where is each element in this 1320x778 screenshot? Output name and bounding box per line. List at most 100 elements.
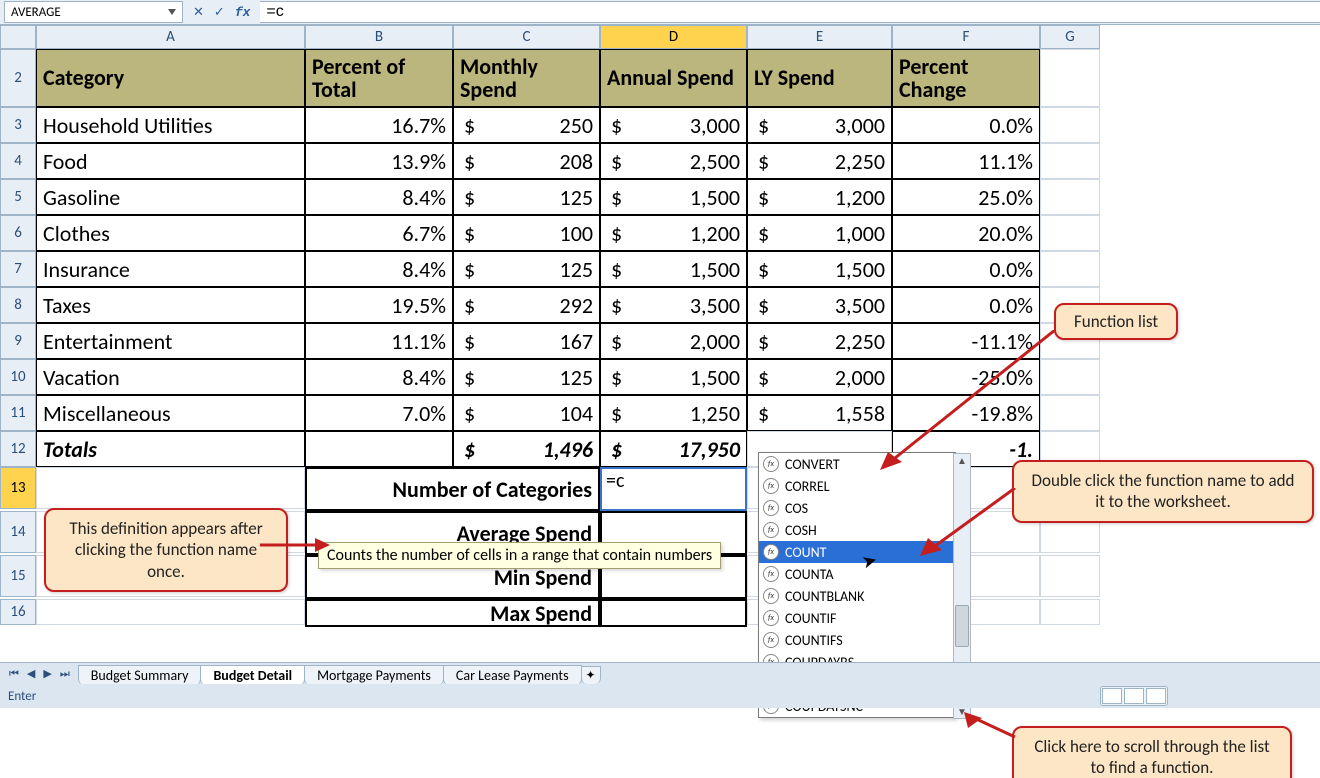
callout-double-click: Double click the function name to add it…: [1012, 460, 1314, 523]
cell-annual: $2,000: [600, 323, 747, 359]
autocomplete-item[interactable]: fxCONVERT: [759, 453, 955, 475]
cell-G16[interactable]: [1040, 599, 1100, 625]
cell-category: Vacation: [36, 359, 305, 395]
cell-G[interactable]: [1040, 143, 1100, 179]
cell-monthly: $104: [453, 395, 600, 431]
col-header-C[interactable]: C: [453, 25, 600, 49]
cell-A16[interactable]: [36, 599, 305, 625]
function-icon: fx: [763, 500, 779, 516]
cell-A13[interactable]: [36, 467, 305, 509]
autocomplete-item[interactable]: fx COUNTBLANK: [759, 585, 955, 607]
row-header-12[interactable]: 12: [0, 431, 36, 467]
function-icon: fx: [763, 566, 779, 582]
cell-G[interactable]: [1040, 395, 1100, 431]
autocomplete-item[interactable]: fxCOUNTIF: [759, 607, 955, 629]
scroll-thumb[interactable]: [955, 605, 969, 647]
cell-G[interactable]: [1040, 179, 1100, 215]
view-layout-icon[interactable]: [1124, 688, 1144, 704]
view-normal-icon[interactable]: [1102, 688, 1122, 704]
autocomplete-item[interactable]: fxCORREL: [759, 475, 955, 497]
row-header-11[interactable]: 11: [0, 395, 36, 431]
cell-monthly: $125: [453, 179, 600, 215]
header-C: Monthly Spend: [453, 49, 600, 107]
header-F: Percent Change: [892, 49, 1040, 107]
row-header-9[interactable]: 9: [0, 323, 36, 359]
cell-pct: 16.7%: [305, 107, 453, 143]
cell-monthly: $167: [453, 323, 600, 359]
sheet-tab[interactable]: Budget Summary: [78, 665, 202, 685]
new-sheet-tab[interactable]: ✦: [581, 666, 601, 684]
tab-first-icon[interactable]: ⏮: [6, 667, 22, 681]
col-header-G[interactable]: G: [1040, 25, 1100, 49]
autocomplete-item[interactable]: fxCOUNT: [759, 541, 955, 563]
view-break-icon[interactable]: [1146, 688, 1166, 704]
cell-G[interactable]: [1040, 251, 1100, 287]
tab-prev-icon[interactable]: ◀: [24, 667, 38, 681]
cancel-icon[interactable]: ✕: [193, 5, 204, 20]
col-header-A[interactable]: A: [36, 25, 305, 49]
row-header-13[interactable]: 13: [0, 467, 36, 509]
row-header-7[interactable]: 7: [0, 251, 36, 287]
cell-chg: 0.0%: [892, 251, 1040, 287]
fx-icon[interactable]: fx: [235, 5, 251, 20]
col-header-F[interactable]: F: [892, 25, 1040, 49]
row-header-16[interactable]: 16: [0, 599, 36, 625]
row-header-2[interactable]: 2: [0, 49, 36, 107]
sheet-tab[interactable]: Car Lease Payments: [443, 665, 582, 685]
row-header-3[interactable]: 3: [0, 107, 36, 143]
formula-input[interactable]: [260, 1, 1320, 23]
select-all-corner[interactable]: [0, 25, 36, 49]
function-icon: fx: [763, 588, 779, 604]
autocomplete-item[interactable]: fxCOUNTA: [759, 563, 955, 585]
row-header-5[interactable]: 5: [0, 179, 36, 215]
cell-pct: 7.0%: [305, 395, 453, 431]
tab-last-icon[interactable]: ⏭: [57, 667, 73, 681]
view-buttons[interactable]: [1100, 686, 1168, 706]
cell-pct: 13.9%: [305, 143, 453, 179]
function-icon: fx: [763, 610, 779, 626]
autocomplete-item[interactable]: fx COS: [759, 497, 955, 519]
autocomplete-label: COUNTBLANK: [785, 588, 864, 605]
col-header-E[interactable]: E: [747, 25, 892, 49]
cell-G[interactable]: [1040, 107, 1100, 143]
autocomplete-item[interactable]: fxCOUNTIFS: [759, 629, 955, 651]
cell-G15[interactable]: [1040, 555, 1100, 597]
name-box[interactable]: AVERAGE: [4, 1, 183, 23]
autocomplete-item[interactable]: fxCOSH: [759, 519, 955, 541]
tab-next-icon[interactable]: ▶: [40, 667, 54, 681]
tab-nav[interactable]: ⏮ ◀ ▶ ⏭: [0, 667, 79, 681]
autocomplete-label: COS: [785, 500, 808, 517]
cell-ly: $1,558: [747, 395, 892, 431]
row-header-10[interactable]: 10: [0, 359, 36, 395]
enter-icon[interactable]: ✓: [214, 5, 225, 20]
cell-ly: $2,000: [747, 359, 892, 395]
cell-annual: $1,500: [600, 251, 747, 287]
header-E: LY Spend: [747, 49, 892, 107]
scroll-up-icon[interactable]: ▲: [957, 454, 967, 467]
row-header-8[interactable]: 8: [0, 287, 36, 323]
cell-G2[interactable]: [1040, 49, 1100, 107]
callout-definition: This definition appears after clicking t…: [44, 508, 288, 592]
cell-chg: 0.0%: [892, 107, 1040, 143]
cell-pct: 11.1%: [305, 323, 453, 359]
cell-G[interactable]: [1040, 359, 1100, 395]
cell-G[interactable]: [1040, 215, 1100, 251]
function-tooltip: Counts the number of cells in a range th…: [318, 542, 721, 569]
sheet-tab[interactable]: Budget Detail: [200, 665, 305, 685]
label-max-spend: Max Spend: [305, 599, 600, 627]
row-header-14[interactable]: 14: [0, 511, 36, 553]
row-header-4[interactable]: 4: [0, 143, 36, 179]
col-header-B[interactable]: B: [305, 25, 453, 49]
cell-chg: -25.0%: [892, 359, 1040, 395]
row-header-15[interactable]: 15: [0, 555, 36, 597]
active-cell-D13[interactable]: =c: [600, 467, 747, 511]
name-box-dropdown-icon[interactable]: [168, 9, 176, 15]
row-header-6[interactable]: 6: [0, 215, 36, 251]
cell-monthly: $208: [453, 143, 600, 179]
cell-annual: $1,250: [600, 395, 747, 431]
cell-D16[interactable]: [600, 599, 747, 627]
sheet-tab[interactable]: Mortgage Payments: [304, 665, 444, 685]
cell-category: Gasoline: [36, 179, 305, 215]
cell-chg: -11.1%: [892, 323, 1040, 359]
col-header-D[interactable]: D: [600, 25, 747, 49]
